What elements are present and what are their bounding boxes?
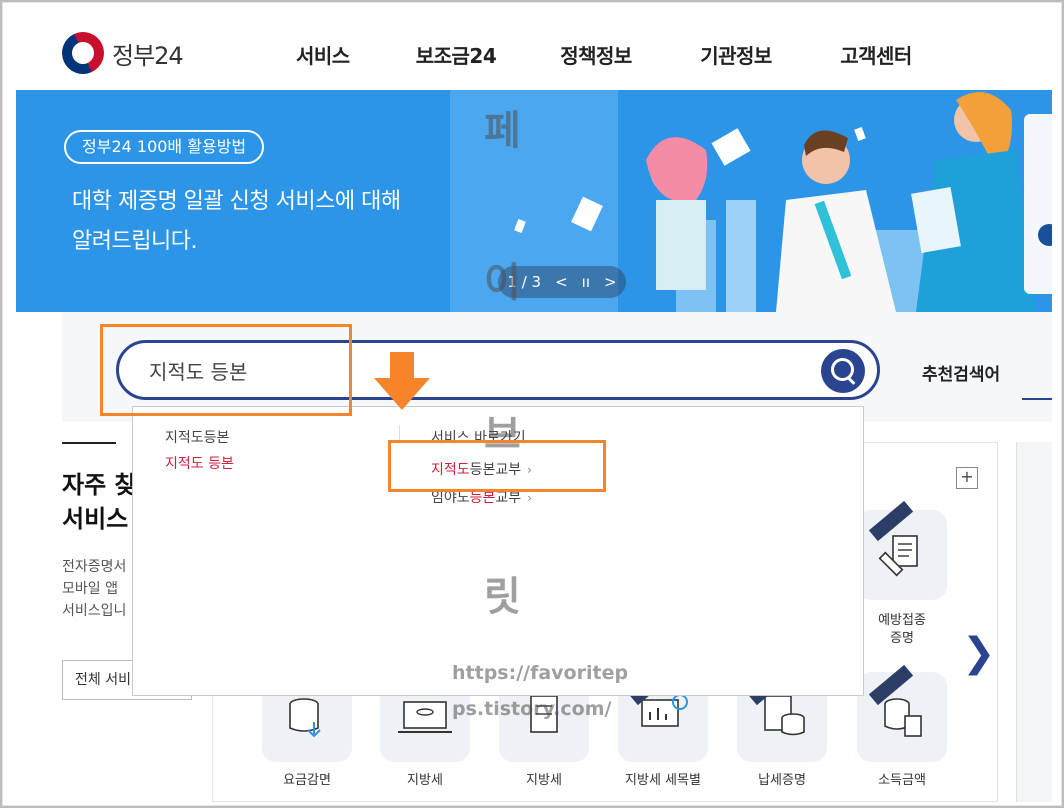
desc-line3: 서비스입니 xyxy=(62,603,127,619)
logo-text: 정부24 xyxy=(112,41,184,70)
suggestion-item[interactable]: 지적도 등본 xyxy=(165,453,234,473)
watermark-char: 릿 xyxy=(484,574,521,620)
database-document-icon xyxy=(884,698,922,737)
taegeuk-logo-icon xyxy=(55,25,111,81)
service-label-income: 소득금액 xyxy=(878,773,926,788)
watermark-char: 브 xyxy=(484,412,521,458)
banner-side-panel[interactable] xyxy=(1024,114,1052,294)
frequent-title-line2: 서비스 xyxy=(62,505,129,533)
service-tile-vaccination[interactable] xyxy=(857,510,947,600)
main-nav: 서비스 보조금24 정책정보 기관정보 고객센터 xyxy=(296,40,946,69)
chevron-right-icon[interactable]: ❯ xyxy=(962,630,996,676)
watermark-char: 이 xyxy=(484,260,521,306)
watermark-char: 페 xyxy=(484,108,521,154)
site-header: 정부24 서비스 보조금24 정책정보 기관정보 고객센터 xyxy=(16,16,1052,90)
service-label-local-tax-1: 지방세 xyxy=(407,773,443,788)
shortcut-match-text: 등본 xyxy=(469,490,496,506)
banner-title: 대학 제증명 일괄 신청 서비스에 대해 알려드립니다. xyxy=(72,182,492,262)
arrow-down-icon xyxy=(374,352,430,410)
recommended-tab-indicator xyxy=(1022,398,1052,400)
section-divider xyxy=(62,442,116,444)
watermark-url-line2: ps.tistory.com/ xyxy=(452,698,612,720)
pager-next-button[interactable]: > xyxy=(604,273,617,291)
nav-item-services[interactable]: 서비스 xyxy=(296,40,386,69)
banner-illustration xyxy=(646,92,1036,312)
service-tile-income[interactable] xyxy=(857,672,947,762)
vaccine-document-icon xyxy=(878,535,918,577)
recommended-keywords-tab[interactable]: 추천검색어 xyxy=(922,360,1000,385)
desc-line1: 전자증명서 xyxy=(62,559,127,575)
nav-item-policy[interactable]: 정책정보 xyxy=(526,40,666,69)
banner-title-line1: 대학 제증명 일괄 신청 서비스에 대해 xyxy=(72,189,401,214)
plus-icon[interactable]: + xyxy=(956,467,978,489)
side-panel-strip xyxy=(1016,442,1052,802)
site-logo[interactable]: 정부24 xyxy=(55,25,184,81)
nav-item-customer-center[interactable]: 고객센터 xyxy=(806,40,946,69)
screenshot-frame: 정부24 서비스 보조금24 정책정보 기관정보 고객센터 정부24 100배 … xyxy=(0,0,1064,808)
pager-prev-button[interactable]: < xyxy=(555,273,568,291)
service-label-fee-reduction: 요금감면 xyxy=(283,773,331,788)
desc-line2: 모바일 앱 xyxy=(62,581,118,597)
hero-banner[interactable]: 정부24 100배 활용방법 대학 제증명 일괄 신청 서비스에 대해 알려드립… xyxy=(16,90,1052,312)
frequent-services-title: 자주 찾 서비스 xyxy=(62,468,142,536)
service-label-tax-payment-cert: 납세증명 xyxy=(758,773,806,788)
watermark-url-line1: https://favoritep xyxy=(452,662,629,684)
service-label-local-tax-2: 지방세 xyxy=(526,773,562,788)
chevron-right-icon: › xyxy=(527,491,532,505)
search-button[interactable] xyxy=(821,349,865,393)
nav-item-subsidy24[interactable]: 보조금24 xyxy=(386,40,526,69)
banner-tag-pill[interactable]: 정부24 100배 활용방법 xyxy=(64,130,265,164)
frequent-services-desc: 전자증명서 모바일 앱 서비스입니 xyxy=(62,556,138,622)
suggestion-item[interactable]: 지적도등본 xyxy=(165,427,229,447)
shortcut-rest-text: 교부 xyxy=(495,490,522,506)
pager-pause-button[interactable]: ıı xyxy=(582,273,590,291)
shortcut-pre-text: 임야도 xyxy=(431,490,470,506)
nav-item-agency[interactable]: 기관정보 xyxy=(666,40,806,69)
frequent-title-line1: 자주 찾 xyxy=(62,471,137,499)
service-label-local-tax-items: 지방세 세목별 xyxy=(625,773,701,788)
banner-title-line2: 알려드립니다. xyxy=(72,229,197,254)
search-highlight-box xyxy=(100,324,352,416)
